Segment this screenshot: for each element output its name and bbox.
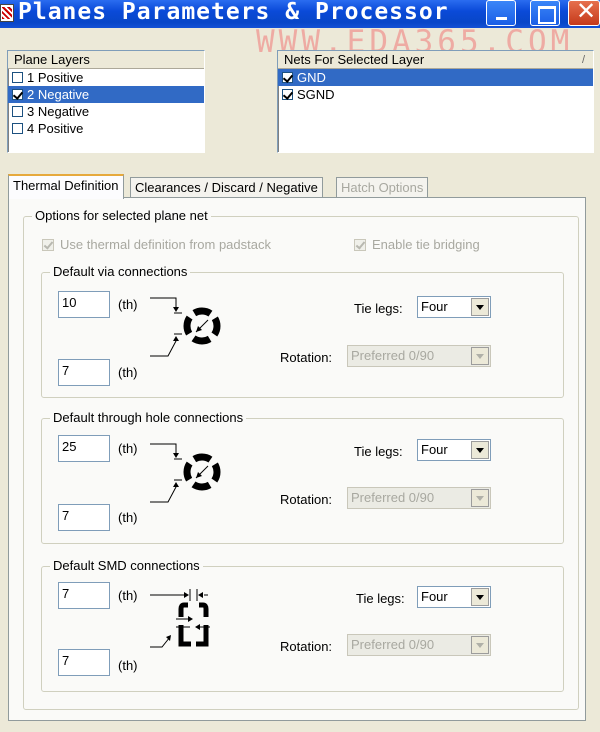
tie-legs-label: Tie legs:: [354, 301, 403, 316]
through-hole-value1-input[interactable]: 25: [58, 435, 110, 462]
enable-tie-bridging-checkbox[interactable]: Enable tie bridging: [354, 237, 480, 252]
plane-layer-item[interactable]: 1 Positive: [8, 69, 204, 86]
options-group: Options for selected plane net Use therm…: [23, 208, 579, 710]
checkbox[interactable]: [282, 89, 293, 100]
via-connections-group: Default via connections 10 (th) 7 (th) T…: [41, 264, 564, 398]
plane-layer-item[interactable]: 3 Negative: [8, 103, 204, 120]
net-item[interactable]: GND: [278, 69, 593, 86]
close-icon: ✕: [576, 0, 597, 25]
checkbox[interactable]: [12, 72, 23, 83]
plane-layers-list[interactable]: Plane Layers 1 Positive 2 Negative 3 Neg…: [7, 50, 205, 153]
checkbox[interactable]: [12, 106, 23, 117]
tab-thermal-definition[interactable]: Thermal Definition: [8, 174, 124, 199]
options-group-title: Options for selected plane net: [32, 208, 211, 223]
chevron-down-icon[interactable]: [471, 489, 489, 507]
smd-group-title: Default SMD connections: [50, 558, 203, 573]
via-tie-legs-select[interactable]: Four: [417, 296, 491, 318]
net-item[interactable]: SGND: [278, 86, 593, 103]
rotation-label: Rotation:: [280, 492, 333, 507]
smd-rotation-select[interactable]: Preferred 0/90: [347, 634, 491, 656]
plane-layer-item[interactable]: 4 Positive: [8, 120, 204, 137]
app-icon: [0, 4, 14, 22]
close-button[interactable]: ✕: [568, 0, 600, 26]
smd-value2-input[interactable]: 7: [58, 649, 110, 676]
smd-connections-group: Default SMD connections 7 (th) 7 (th) Ti…: [41, 558, 564, 692]
sort-icon: /: [581, 54, 585, 66]
smd-thermal-icon: [150, 589, 210, 648]
through-hole-group-title: Default through hole connections: [50, 410, 247, 425]
units-label: (th): [118, 365, 138, 380]
via-value1-input[interactable]: 10: [58, 291, 110, 318]
through-hole-rotation-select[interactable]: Preferred 0/90: [347, 487, 491, 509]
plane-layer-item[interactable]: 2 Negative: [8, 86, 204, 103]
via-value2-input[interactable]: 7: [58, 359, 110, 386]
checkbox[interactable]: [12, 123, 23, 134]
nets-list[interactable]: Nets For Selected Layer / GND SGND: [277, 50, 594, 153]
rotation-label: Rotation:: [280, 639, 333, 654]
chevron-down-icon[interactable]: [471, 588, 489, 606]
units-label: (th): [118, 588, 138, 603]
rotation-label: Rotation:: [280, 350, 333, 365]
tie-legs-label: Tie legs:: [356, 591, 405, 606]
units-label: (th): [118, 297, 138, 312]
via-thermal-icon: [150, 297, 221, 357]
through-hole-connections-group: Default through hole connections 25 (th)…: [41, 410, 564, 544]
checkbox[interactable]: [282, 72, 293, 83]
nets-header[interactable]: Nets For Selected Layer /: [278, 51, 593, 69]
through-hole-value2-input[interactable]: 7: [58, 504, 110, 531]
plane-layers-header[interactable]: Plane Layers: [8, 51, 204, 69]
window-title: Planes Parameters & Processor: [18, 0, 449, 25]
chevron-down-icon[interactable]: [471, 347, 489, 365]
checkbox[interactable]: [12, 89, 23, 100]
smd-value1-input[interactable]: 7: [58, 582, 110, 609]
tab-hatch-options[interactable]: Hatch Options: [336, 177, 429, 199]
chevron-down-icon[interactable]: [471, 636, 489, 654]
units-label: (th): [118, 510, 138, 525]
chevron-down-icon[interactable]: [471, 441, 489, 459]
minimize-button[interactable]: [486, 0, 516, 26]
tab-clearances[interactable]: Clearances / Discard / Negative: [130, 177, 323, 199]
checkbox: [42, 239, 54, 251]
tie-legs-label: Tie legs:: [354, 444, 403, 459]
via-group-title: Default via connections: [50, 264, 191, 279]
units-label: (th): [118, 658, 138, 673]
checkbox: [354, 239, 366, 251]
use-thermal-checkbox[interactable]: Use thermal definition from padstack: [42, 237, 271, 252]
maximize-button[interactable]: [530, 0, 560, 26]
through-hole-tie-legs-select[interactable]: Four: [417, 439, 491, 461]
chevron-down-icon[interactable]: [471, 298, 489, 316]
thermal-definition-page: Options for selected plane net Use therm…: [8, 197, 586, 721]
units-label: (th): [118, 441, 138, 456]
smd-tie-legs-select[interactable]: Four: [417, 586, 491, 608]
via-rotation-select[interactable]: Preferred 0/90: [347, 345, 491, 367]
through-hole-thermal-icon: [150, 443, 221, 503]
